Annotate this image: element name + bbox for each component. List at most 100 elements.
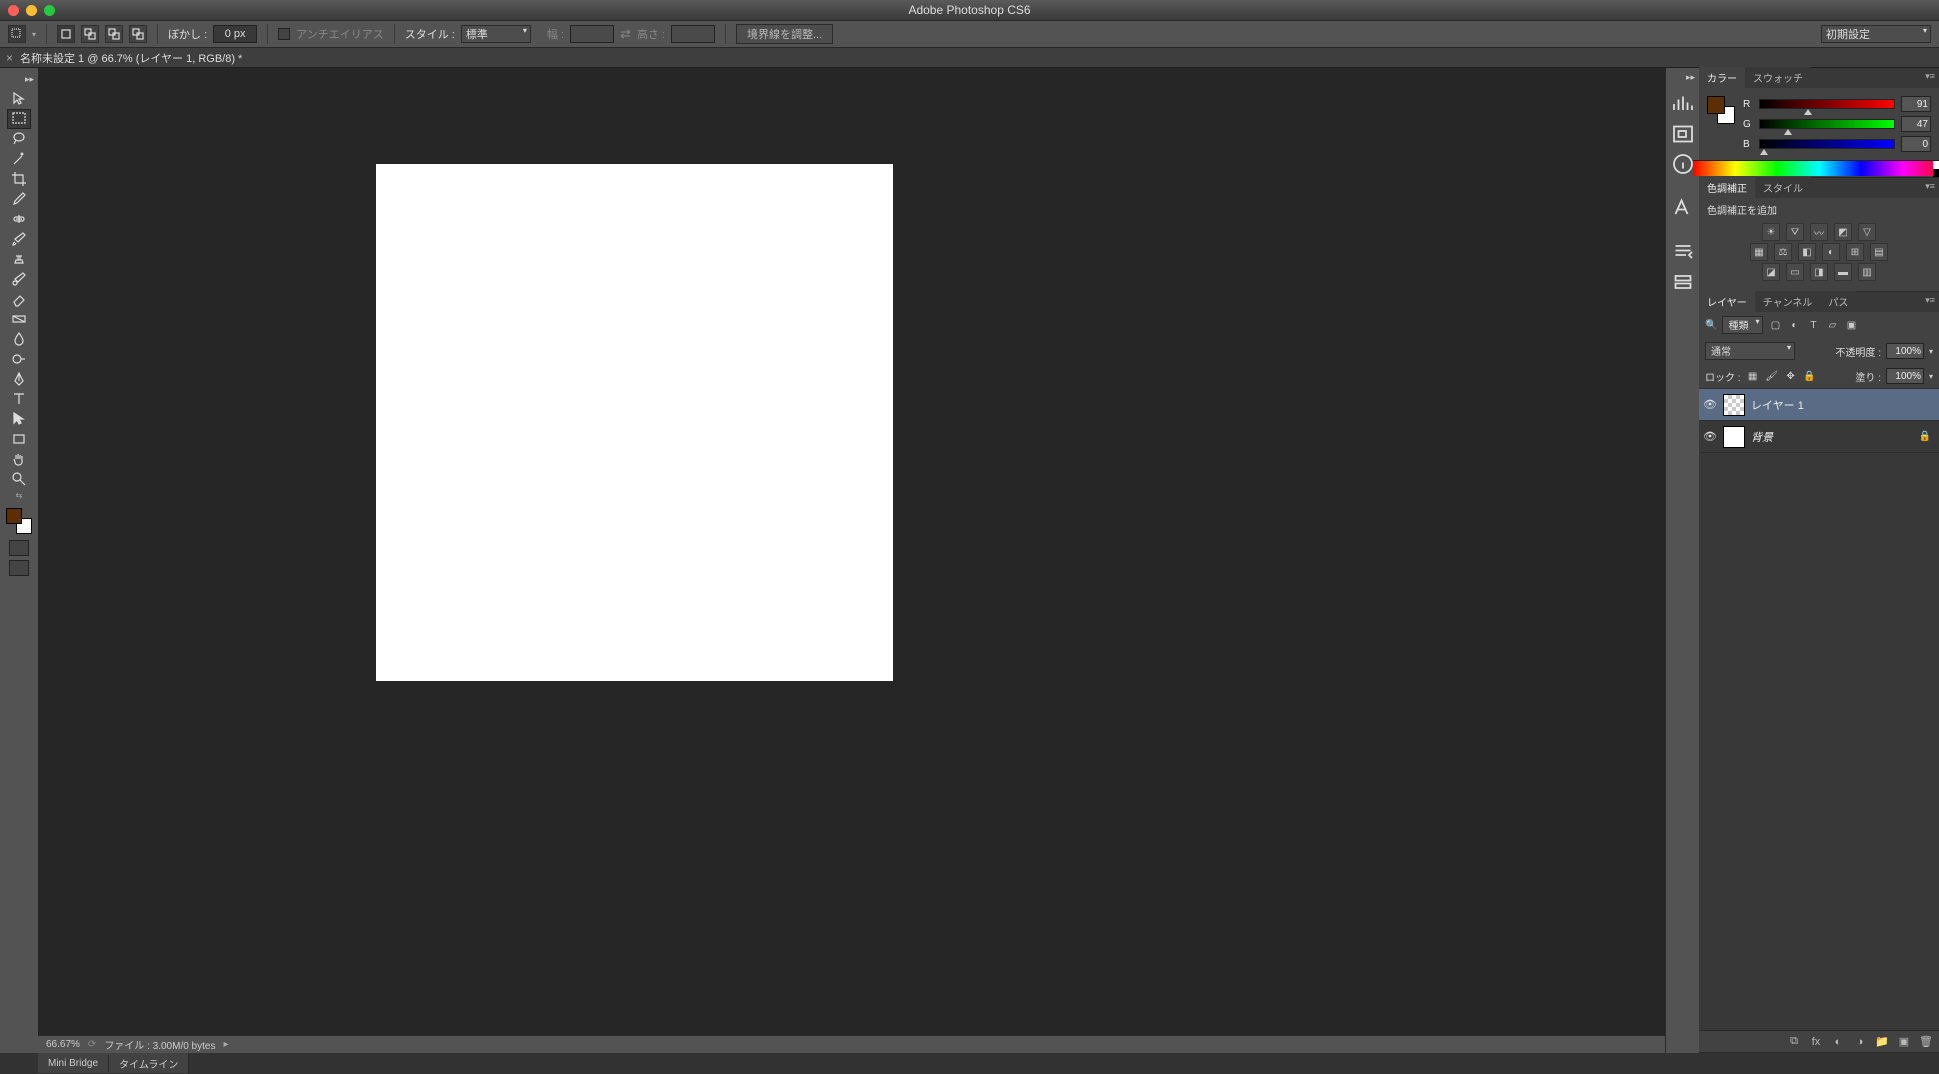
bw-adjustment-icon[interactable]: ◧ (1798, 243, 1816, 261)
history-brush-tool[interactable] (7, 269, 31, 289)
paragraph-panel-icon[interactable] (1671, 240, 1695, 264)
screen-mode[interactable] (9, 560, 29, 576)
refine-edge-button[interactable]: 境界線を調整... (736, 24, 833, 44)
brightness-adjustment-icon[interactable]: ☀ (1762, 223, 1780, 241)
new-group-icon[interactable]: 📁 (1875, 1035, 1889, 1049)
selective-color-adjustment-icon[interactable]: ▥ (1858, 263, 1876, 281)
character-panel-icon[interactable] (1671, 196, 1695, 220)
vibrance-adjustment-icon[interactable]: ▽ (1858, 223, 1876, 241)
curves-adjustment-icon[interactable]: 〰 (1810, 223, 1828, 241)
canvas-area[interactable]: 66.67% ⟳ ファイル : 3.00M/0 bytes ▸ (38, 68, 1665, 1053)
tab-swatches[interactable]: スウォッチ (1745, 67, 1811, 88)
threshold-adjustment-icon[interactable]: ◨ (1810, 263, 1828, 281)
style-select[interactable]: 標準 (461, 25, 531, 43)
g-input[interactable] (1901, 116, 1931, 132)
tab-channels[interactable]: チャンネル (1755, 291, 1821, 312)
panel-menu-icon[interactable]: ▾≡ (1925, 71, 1935, 82)
opacity-input[interactable] (1886, 343, 1924, 359)
document-canvas[interactable] (376, 164, 893, 681)
layer-row[interactable]: 👁背景🔒 (1699, 421, 1939, 453)
lookup-adjustment-icon[interactable]: ▤ (1870, 243, 1888, 261)
link-layers-icon[interactable]: ⧉ (1787, 1035, 1801, 1049)
path-selection-tool[interactable] (7, 409, 31, 429)
zoom-tool[interactable] (7, 469, 31, 489)
g-slider[interactable] (1759, 119, 1895, 129)
panel-color-swatches[interactable] (1707, 96, 1735, 124)
eyedropper-tool[interactable] (7, 189, 31, 209)
healing-brush-tool[interactable] (7, 209, 31, 229)
hand-tool[interactable] (7, 449, 31, 469)
clone-stamp-tool[interactable] (7, 249, 31, 269)
layer-mask-icon[interactable]: ◐ (1831, 1035, 1845, 1049)
layer-fx-icon[interactable]: fx (1809, 1035, 1823, 1049)
magic-wand-tool[interactable] (7, 149, 31, 169)
gradient-tool[interactable] (7, 309, 31, 329)
zoom-window-button[interactable] (44, 5, 55, 16)
close-window-button[interactable] (8, 5, 19, 16)
b-input[interactable] (1901, 136, 1931, 152)
rectangular-marquee-tool[interactable] (7, 109, 31, 129)
status-arrow-icon[interactable]: ⟳ (88, 1039, 96, 1050)
exposure-adjustment-icon[interactable]: ◩ (1834, 223, 1852, 241)
status-flyout-icon[interactable]: ▸ (223, 1039, 228, 1050)
visibility-toggle-icon[interactable]: 👁 (1703, 430, 1717, 443)
lock-all-icon[interactable]: 🔒 (1803, 369, 1817, 383)
levels-adjustment-icon[interactable]: ⛛ (1786, 223, 1804, 241)
balance-adjustment-icon[interactable]: ⚖ (1774, 243, 1792, 261)
rectangle-tool[interactable] (7, 429, 31, 449)
b-slider[interactable] (1759, 139, 1895, 149)
photo-filter-adjustment-icon[interactable]: ◐ (1822, 243, 1840, 261)
delete-layer-icon[interactable]: 🗑 (1919, 1035, 1933, 1049)
tab-layers[interactable]: レイヤー (1699, 291, 1755, 312)
tool-switch-icon[interactable]: ⇆ (16, 491, 23, 500)
panel-menu-icon[interactable]: ▾≡ (1925, 181, 1935, 192)
tab-styles[interactable]: スタイル (1755, 177, 1811, 198)
fg-color-chip[interactable] (1707, 96, 1725, 114)
blur-tool[interactable] (7, 329, 31, 349)
zoom-level[interactable]: 66.67% (46, 1039, 80, 1050)
layer-thumbnail[interactable] (1723, 426, 1745, 448)
lock-position-icon[interactable]: ✥ (1784, 369, 1798, 383)
collapse-toolbox-icon[interactable]: ▸▸ (25, 74, 38, 85)
mini-bridge-tab[interactable]: Mini Bridge (38, 1055, 109, 1072)
layer-thumbnail[interactable] (1723, 394, 1745, 416)
filter-pixel-icon[interactable]: ▢ (1768, 318, 1782, 332)
layer-name[interactable]: 背景 (1751, 429, 1773, 445)
filter-smart-icon[interactable]: ▣ (1844, 318, 1858, 332)
expand-panels-icon[interactable]: ▸▸ (1686, 72, 1699, 83)
feather-input[interactable] (213, 25, 257, 43)
foreground-color-swatch[interactable] (6, 508, 22, 524)
tab-adjustments[interactable]: 色調補正 (1699, 177, 1755, 198)
tool-preset-picker[interactable] (8, 25, 26, 43)
close-tab-icon[interactable]: × (6, 51, 13, 65)
channel-mixer-adjustment-icon[interactable]: ⊞ (1846, 243, 1864, 261)
invert-adjustment-icon[interactable]: ◪ (1762, 263, 1780, 281)
add-selection-icon[interactable] (81, 25, 99, 43)
filter-shape-icon[interactable]: ▱ (1825, 318, 1839, 332)
histogram-panel-icon[interactable] (1671, 92, 1695, 116)
pen-tool[interactable] (7, 369, 31, 389)
lock-paint-icon[interactable]: 🖌 (1765, 369, 1779, 383)
color-spectrum[interactable] (1693, 160, 1939, 176)
posterize-adjustment-icon[interactable]: ▭ (1786, 263, 1804, 281)
r-input[interactable] (1901, 96, 1931, 112)
lasso-tool[interactable] (7, 129, 31, 149)
library-panel-icon[interactable] (1671, 270, 1695, 294)
tab-paths[interactable]: パス (1820, 291, 1856, 312)
gradient-map-adjustment-icon[interactable]: ▬ (1834, 263, 1852, 281)
quick-mask-mode[interactable] (9, 540, 29, 556)
layer-row[interactable]: 👁 レイヤー 1 (1699, 389, 1939, 421)
intersect-selection-icon[interactable] (129, 25, 147, 43)
filter-adjust-icon[interactable]: ◐ (1787, 318, 1801, 332)
eraser-tool[interactable] (7, 289, 31, 309)
panel-menu-icon[interactable]: ▾≡ (1925, 295, 1935, 306)
subtract-selection-icon[interactable] (105, 25, 123, 43)
move-tool[interactable] (7, 89, 31, 109)
visibility-toggle-icon[interactable]: 👁 (1703, 398, 1717, 411)
new-adjustment-layer-icon[interactable]: ◑ (1853, 1035, 1867, 1049)
layer-name[interactable]: レイヤー 1 (1751, 397, 1804, 413)
filter-type-icon[interactable]: T (1806, 318, 1820, 332)
workspace-switcher[interactable]: 初期設定 (1821, 25, 1931, 43)
tab-color[interactable]: カラー (1699, 67, 1745, 88)
color-swatches[interactable] (6, 508, 32, 534)
